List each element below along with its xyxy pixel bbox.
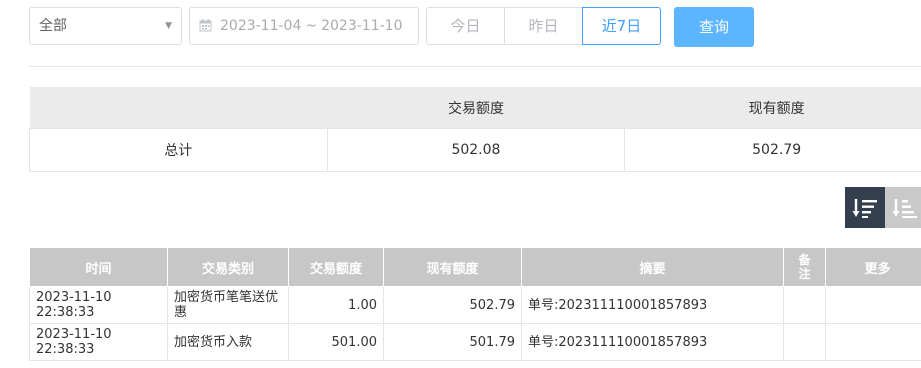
summary-table: 交易额度 现有额度 总计 502.08 502.79 xyxy=(29,87,921,172)
calendar-icon xyxy=(199,19,212,32)
table-row[interactable]: 2023-11-10 22:38:33 加密货币入款 501.00 501.79… xyxy=(29,323,921,361)
row-note xyxy=(783,323,826,361)
row-summary: 单号:202311110001857893 xyxy=(521,323,784,361)
col-amount-header[interactable]: 交易额度 xyxy=(288,247,384,287)
summary-current-amount: 502.79 xyxy=(624,128,921,172)
transaction-table: 时间 交易类别 交易额度 现有额度 摘要 备注 更多 2023-11-10 22… xyxy=(29,247,921,361)
col-category-header[interactable]: 交易类别 xyxy=(167,247,289,287)
sort-ascending-button[interactable] xyxy=(885,187,921,228)
quick-range-group: 今日 昨日 近7日 xyxy=(426,7,661,45)
date-separator: ~ xyxy=(305,18,318,34)
sort-descending-button[interactable] xyxy=(845,187,885,228)
summary-trade-amount: 502.08 xyxy=(326,128,626,172)
summary-header-blank xyxy=(29,87,328,129)
row-summary: 单号:202311110001857893 xyxy=(521,286,784,324)
row-note xyxy=(783,286,826,324)
row-amount: 501.00 xyxy=(288,323,384,361)
row-balance: 501.79 xyxy=(383,323,522,361)
sort-ascending-icon xyxy=(892,198,917,218)
summary-header-trade: 交易额度 xyxy=(327,87,625,129)
date-end[interactable]: 2023-11-10 xyxy=(321,18,402,34)
type-select[interactable]: 全部 ▼ xyxy=(29,7,182,45)
row-more[interactable] xyxy=(825,323,921,361)
date-range-picker[interactable]: 2023-11-04 ~2023-11-10 xyxy=(189,7,419,45)
summary-header-current: 现有额度 xyxy=(624,87,921,129)
row-category: 加密货币入款 xyxy=(167,323,289,361)
row-time: 2023-11-10 22:38:33 xyxy=(29,323,168,361)
summary-total-row: 总计 502.08 502.79 xyxy=(29,128,921,172)
range-yesterday-button[interactable]: 昨日 xyxy=(504,7,583,45)
col-time-header[interactable]: 时间 xyxy=(29,247,168,287)
query-button[interactable]: 查询 xyxy=(674,7,754,47)
chevron-down-icon: ▼ xyxy=(165,21,172,31)
date-start[interactable]: 2023-11-04 xyxy=(220,18,301,34)
type-select-value: 全部 xyxy=(39,18,67,34)
col-more-header[interactable]: 更多 xyxy=(825,247,921,287)
divider xyxy=(29,66,921,67)
row-amount: 1.00 xyxy=(288,286,384,324)
row-category: 加密货币笔笔送优惠 xyxy=(167,286,289,324)
summary-header-row: 交易额度 现有额度 xyxy=(29,87,921,129)
col-balance-header[interactable]: 现有额度 xyxy=(383,247,522,287)
summary-total-label: 总计 xyxy=(29,128,328,172)
col-note-label: 备注 xyxy=(798,253,811,281)
sort-toggle-group xyxy=(845,187,921,228)
row-balance: 502.79 xyxy=(383,286,522,324)
transaction-header-row: 时间 交易类别 交易额度 现有额度 摘要 备注 更多 xyxy=(29,247,921,287)
row-time: 2023-11-10 22:38:33 xyxy=(29,286,168,324)
sort-descending-icon xyxy=(852,198,877,218)
table-row[interactable]: 2023-11-10 22:38:33 加密货币笔笔送优惠 1.00 502.7… xyxy=(29,286,921,324)
row-more[interactable] xyxy=(825,286,921,324)
range-today-button[interactable]: 今日 xyxy=(426,7,505,45)
range-last7days-button[interactable]: 近7日 xyxy=(582,7,661,45)
col-note-header[interactable]: 备注 xyxy=(783,247,826,287)
col-summary-header[interactable]: 摘要 xyxy=(521,247,784,287)
